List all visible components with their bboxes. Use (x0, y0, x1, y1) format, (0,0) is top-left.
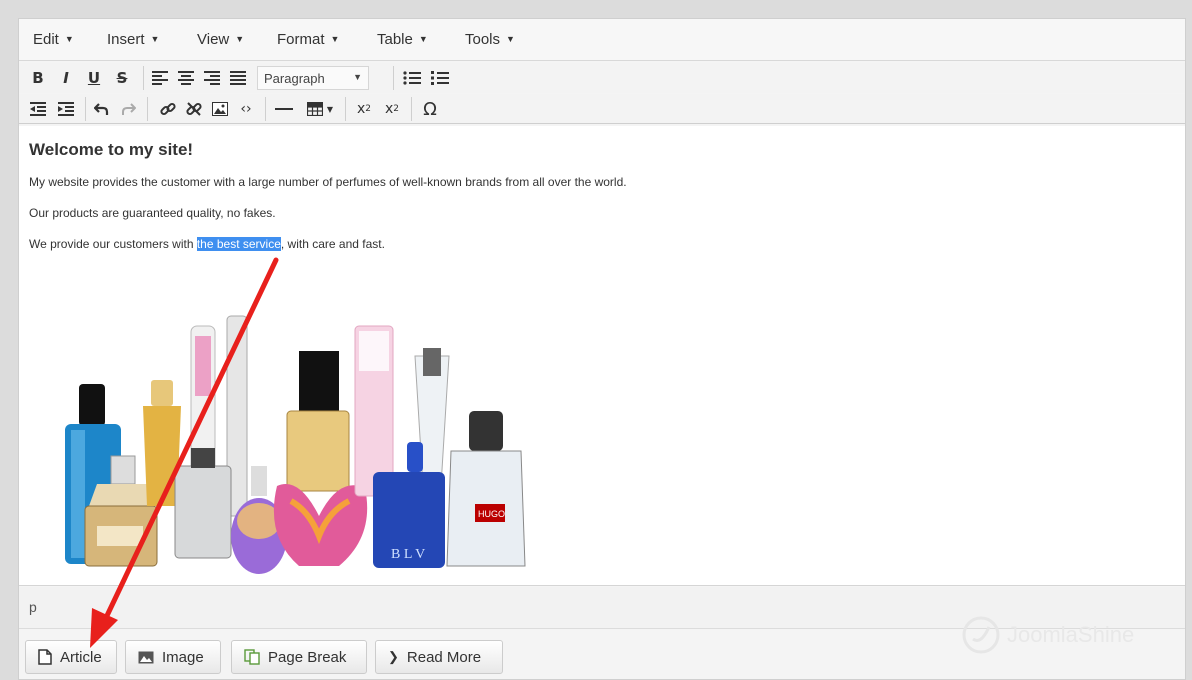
red-arrow-annotation (90, 257, 279, 648)
